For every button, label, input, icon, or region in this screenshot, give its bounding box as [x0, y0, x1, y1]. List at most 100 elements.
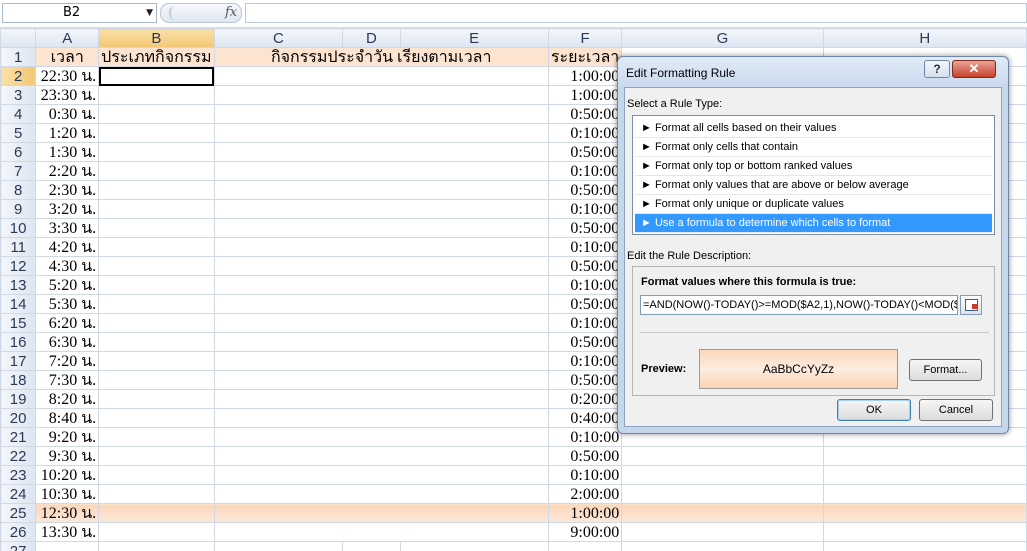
- activity-cell[interactable]: [213, 484, 549, 504]
- activity-cell[interactable]: [213, 294, 549, 314]
- time-cell[interactable]: 23:30 น.: [35, 85, 100, 105]
- type-cell[interactable]: [98, 294, 215, 314]
- time-cell[interactable]: 9:20 น.: [35, 427, 100, 447]
- type-cell[interactable]: [98, 85, 215, 105]
- type-cell[interactable]: [98, 180, 215, 200]
- type-cell[interactable]: [98, 313, 215, 333]
- formula-input[interactable]: [245, 3, 1027, 23]
- header-cell-time[interactable]: เวลา: [35, 47, 100, 67]
- row-header[interactable]: 21: [0, 427, 37, 447]
- time-cell[interactable]: 1:30 น.: [35, 142, 100, 162]
- type-cell[interactable]: [98, 484, 215, 504]
- insert-function-icon[interactable]: fx: [225, 5, 237, 20]
- time-cell[interactable]: 5:30 น.: [35, 294, 100, 314]
- cell[interactable]: [822, 541, 1027, 551]
- time-cell[interactable]: 2:30 น.: [35, 180, 100, 200]
- type-cell[interactable]: [98, 522, 215, 542]
- header-cell-type[interactable]: ประเภทกิจกรรม: [98, 47, 215, 67]
- row-header[interactable]: 6: [0, 142, 37, 162]
- activity-cell[interactable]: [213, 427, 549, 447]
- type-cell[interactable]: [98, 389, 215, 409]
- cancel-button[interactable]: Cancel: [919, 399, 993, 421]
- row-header[interactable]: 20: [0, 408, 37, 428]
- type-cell[interactable]: [98, 142, 215, 162]
- row-header[interactable]: 1: [0, 47, 37, 67]
- activity-cell[interactable]: [213, 237, 549, 257]
- row-header[interactable]: 18: [0, 370, 37, 390]
- close-icon[interactable]: ✕: [952, 60, 996, 78]
- activity-cell[interactable]: [213, 503, 549, 523]
- ok-button[interactable]: OK: [837, 399, 911, 421]
- duration-cell[interactable]: 1:00:00: [547, 66, 623, 86]
- duration-cell[interactable]: 2:00:00: [547, 484, 623, 504]
- duration-cell[interactable]: 0:10:00: [547, 313, 623, 333]
- rule-type-item-all-cells[interactable]: ► Format all cells based on their values: [635, 119, 992, 138]
- row-header[interactable]: 25: [0, 503, 37, 523]
- time-cell[interactable]: 8:20 น.: [35, 389, 100, 409]
- duration-cell[interactable]: 0:50:00: [547, 294, 623, 314]
- type-cell[interactable]: [98, 446, 215, 466]
- time-cell[interactable]: 13:30 น.: [35, 522, 100, 542]
- rule-type-item-cells-contain[interactable]: ► Format only cells that contain: [635, 138, 992, 157]
- name-box-dropdown-icon[interactable]: ▼: [146, 4, 153, 22]
- duration-cell[interactable]: 0:40:00: [547, 408, 623, 428]
- type-cell[interactable]: [98, 332, 215, 352]
- activity-cell[interactable]: [213, 142, 549, 162]
- row-header[interactable]: 16: [0, 332, 37, 352]
- row-header[interactable]: 15: [0, 313, 37, 333]
- duration-cell[interactable]: 0:50:00: [547, 180, 623, 200]
- cell[interactable]: [399, 541, 549, 551]
- cell[interactable]: [621, 503, 824, 523]
- header-cell-activity[interactable]: กิจกรรมประจำวัน เรียงตามเวลา: [213, 47, 549, 67]
- row-header[interactable]: 12: [0, 256, 37, 276]
- duration-cell[interactable]: 0:50:00: [547, 370, 623, 390]
- cell[interactable]: [822, 522, 1027, 542]
- time-cell[interactable]: 6:30 น.: [35, 332, 100, 352]
- type-cell[interactable]: [98, 104, 215, 124]
- activity-cell[interactable]: [213, 351, 549, 371]
- activity-cell[interactable]: [213, 218, 549, 238]
- column-header-e[interactable]: E: [399, 28, 549, 48]
- duration-cell[interactable]: 9:00:00: [547, 522, 623, 542]
- duration-cell[interactable]: 0:50:00: [547, 332, 623, 352]
- activity-cell[interactable]: [213, 180, 549, 200]
- duration-cell[interactable]: 0:50:00: [547, 142, 623, 162]
- time-cell[interactable]: 4:30 น.: [35, 256, 100, 276]
- activity-cell[interactable]: [213, 446, 549, 466]
- column-header-b[interactable]: B: [98, 28, 215, 48]
- time-cell[interactable]: 3:30 น.: [35, 218, 100, 238]
- time-cell[interactable]: 5:20 น.: [35, 275, 100, 295]
- column-header-f[interactable]: F: [547, 28, 623, 48]
- row-header[interactable]: 24: [0, 484, 37, 504]
- column-header-h[interactable]: H: [822, 28, 1027, 48]
- column-header-a[interactable]: A: [35, 28, 100, 48]
- rule-type-item-top-bottom[interactable]: ► Format only top or bottom ranked value…: [635, 157, 992, 176]
- duration-cell[interactable]: 0:10:00: [547, 275, 623, 295]
- cell[interactable]: [822, 446, 1027, 466]
- row-header[interactable]: 26: [0, 522, 37, 542]
- activity-cell[interactable]: [213, 161, 549, 181]
- type-cell[interactable]: [98, 218, 215, 238]
- time-cell[interactable]: 12:30 น.: [35, 503, 100, 523]
- row-header[interactable]: 5: [0, 123, 37, 143]
- column-header-d[interactable]: D: [342, 28, 401, 48]
- activity-cell[interactable]: [213, 104, 549, 124]
- duration-cell[interactable]: 0:10:00: [547, 161, 623, 181]
- row-header[interactable]: 10: [0, 218, 37, 238]
- time-cell[interactable]: 6:20 น.: [35, 313, 100, 333]
- activity-cell[interactable]: [213, 199, 549, 219]
- duration-cell[interactable]: 1:00:00: [547, 85, 623, 105]
- duration-cell[interactable]: 0:20:00: [547, 389, 623, 409]
- type-cell[interactable]: [98, 370, 215, 390]
- time-cell[interactable]: 2:20 น.: [35, 161, 100, 181]
- cell[interactable]: [822, 484, 1027, 504]
- cell[interactable]: [342, 541, 401, 551]
- activity-cell[interactable]: [213, 313, 549, 333]
- cell[interactable]: [213, 541, 344, 551]
- formula-field[interactable]: =AND(NOW()-TODAY()>=MOD($A2,1),NOW()-TOD…: [640, 295, 958, 315]
- row-header[interactable]: 3: [0, 85, 37, 105]
- rule-type-item-unique-duplicate[interactable]: ► Format only unique or duplicate values: [635, 195, 992, 214]
- row-header[interactable]: 9: [0, 199, 37, 219]
- activity-cell[interactable]: [213, 275, 549, 295]
- duration-cell[interactable]: 0:10:00: [547, 465, 623, 485]
